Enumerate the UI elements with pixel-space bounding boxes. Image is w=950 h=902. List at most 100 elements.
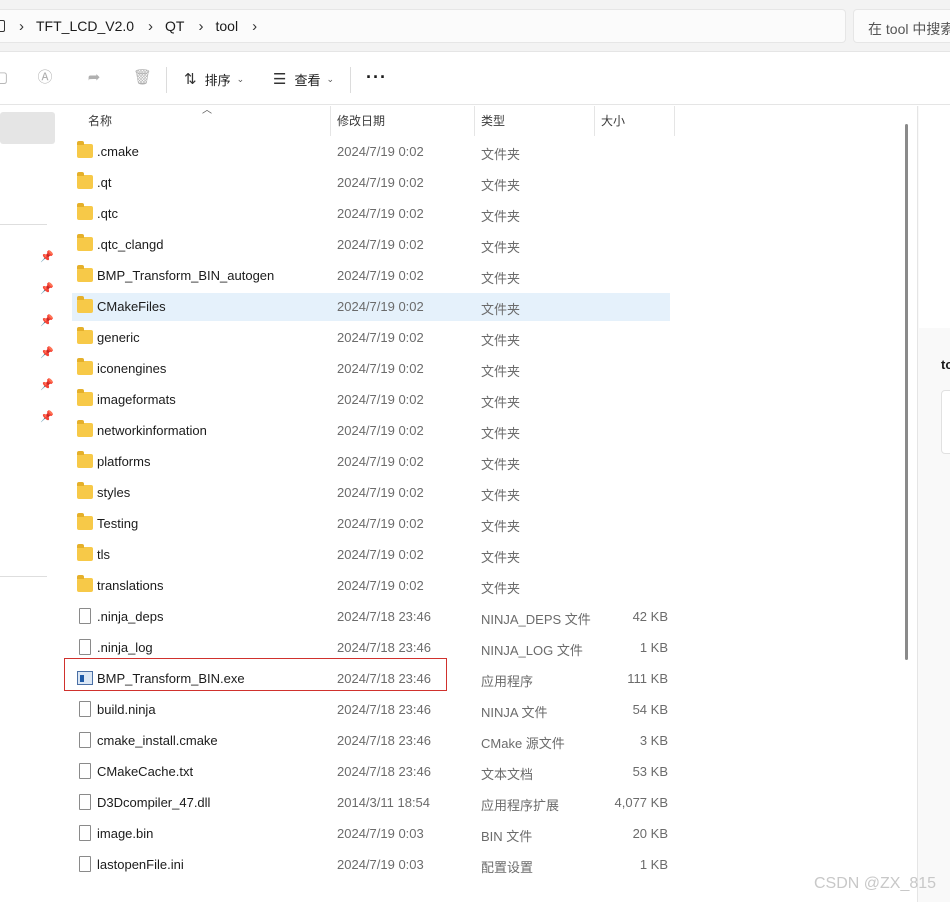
chevron-right-icon[interactable]: › bbox=[252, 18, 257, 35]
file-type: CMake 源文件 bbox=[481, 736, 565, 751]
address-bar[interactable]: › TFT_LCD_V2.0 › QT › tool › bbox=[0, 9, 846, 43]
file-name: .cmake bbox=[97, 144, 139, 159]
file-size: 53 KB bbox=[632, 764, 668, 779]
view-button[interactable]: ☰ 查看 ⌄ bbox=[273, 67, 334, 91]
file-date: 2024/7/19 0:02 bbox=[337, 237, 424, 252]
file-row[interactable]: BMP_Transform_BIN_autogen 2024/7/19 0:02 文… bbox=[72, 262, 670, 290]
copy-icon[interactable]: ▢ bbox=[0, 69, 10, 87]
breadcrumb-tool[interactable]: tool bbox=[216, 18, 239, 34]
file-row[interactable]: CMakeFiles 2024/7/19 0:02 文件夹 bbox=[72, 293, 670, 321]
file-name: BMP_Transform_BIN_autogen bbox=[97, 268, 275, 283]
file-row[interactable]: image.bin 2024/7/19 0:03 BIN 文件 20 KB bbox=[72, 820, 670, 848]
delete-icon[interactable]: 🗑 bbox=[133, 69, 152, 87]
file-icon bbox=[79, 763, 91, 779]
rename-icon[interactable]: Ⓐ bbox=[36, 69, 54, 87]
file-row[interactable]: platforms 2024/7/19 0:02 文件夹 bbox=[72, 448, 670, 476]
file-name: .ninja_deps bbox=[97, 609, 164, 624]
file-name: cmake_install.cmake bbox=[97, 733, 218, 748]
breadcrumb-tft-lcd[interactable]: TFT_LCD_V2.0 bbox=[36, 18, 134, 34]
file-date: 2024/7/19 0:02 bbox=[337, 516, 424, 531]
file-date: 2024/7/18 23:46 bbox=[337, 702, 431, 717]
search-input[interactable]: 在 tool 中搜索 bbox=[853, 9, 950, 43]
file-row[interactable]: lastopenFile.ini 2024/7/19 0:03 配置设置 1 KB bbox=[72, 851, 670, 879]
view-icon: ☰ bbox=[273, 71, 287, 88]
file-name: build.ninja bbox=[97, 702, 156, 717]
file-row[interactable]: imageformats 2024/7/19 0:02 文件夹 bbox=[72, 386, 670, 414]
pin-icon[interactable]: 📌 bbox=[40, 282, 54, 295]
more-options-button[interactable]: ··· bbox=[366, 67, 387, 88]
share-icon[interactable]: ➦ bbox=[85, 69, 103, 87]
chevron-right-icon[interactable]: › bbox=[19, 18, 24, 35]
file-row[interactable]: .qtc 2024/7/19 0:02 文件夹 bbox=[72, 200, 670, 228]
column-header-date[interactable]: 修改日期 bbox=[331, 106, 475, 136]
file-row[interactable]: .qtc_clangd 2024/7/19 0:02 文件夹 bbox=[72, 231, 670, 259]
file-name: .ninja_log bbox=[97, 640, 153, 655]
pin-icon[interactable]: 📌 bbox=[40, 250, 54, 263]
file-row[interactable]: cmake_install.cmake 2024/7/18 23:46 CMake … bbox=[72, 727, 670, 755]
column-header-type[interactable]: 类型 bbox=[475, 106, 595, 136]
file-date: 2024/7/19 0:02 bbox=[337, 361, 424, 376]
folder-icon bbox=[77, 265, 93, 282]
file-name: imageformats bbox=[97, 392, 176, 407]
file-name: .qt bbox=[97, 175, 112, 190]
address-bar-area: › TFT_LCD_V2.0 › QT › tool › 在 tool 中搜索 bbox=[0, 0, 950, 52]
toolbar-divider bbox=[350, 67, 351, 93]
file-row[interactable]: generic 2024/7/19 0:02 文件夹 bbox=[72, 324, 670, 352]
file-type: NINJA 文件 bbox=[481, 705, 548, 720]
watermark: CSDN @ZX_815 bbox=[814, 875, 937, 892]
details-preview bbox=[919, 106, 950, 328]
file-type: 文件夹 bbox=[481, 457, 521, 472]
file-name: CMakeFiles bbox=[97, 299, 166, 314]
file-name: .qtc_clangd bbox=[97, 237, 164, 252]
folder-icon bbox=[77, 358, 93, 375]
file-row[interactable]: translations 2024/7/19 0:02 文件夹 bbox=[72, 572, 670, 600]
file-date: 2024/7/19 0:02 bbox=[337, 206, 424, 221]
file-name: networkinformation bbox=[97, 423, 207, 438]
file-date: 2024/7/19 0:02 bbox=[337, 330, 424, 345]
file-row[interactable]: build.ninja 2024/7/18 23:46 NINJA 文件 54 KB bbox=[72, 696, 670, 724]
folder-icon bbox=[77, 451, 93, 468]
file-size: 1 KB bbox=[639, 640, 668, 655]
file-row[interactable]: .cmake 2024/7/19 0:02 文件夹 bbox=[72, 138, 670, 166]
file-type: 配置设置 bbox=[481, 860, 534, 875]
file-row[interactable]: tls 2024/7/19 0:02 文件夹 bbox=[72, 541, 670, 569]
pin-icon[interactable]: 📌 bbox=[40, 378, 54, 391]
details-title: to bbox=[941, 357, 950, 372]
file-row[interactable]: .ninja_deps 2024/7/18 23:46 NINJA_DEPS 文件 4… bbox=[72, 603, 670, 631]
breadcrumb-qt[interactable]: QT bbox=[165, 18, 184, 34]
nav-item-selected[interactable] bbox=[0, 112, 55, 144]
file-row[interactable]: .qt 2024/7/19 0:02 文件夹 bbox=[72, 169, 670, 197]
file-size: 42 KB bbox=[632, 609, 668, 624]
file-icon bbox=[79, 639, 91, 655]
pin-icon[interactable]: 📌 bbox=[40, 314, 54, 327]
file-row[interactable]: networkinformation 2024/7/19 0:02 文件夹 bbox=[72, 417, 670, 445]
file-row[interactable]: CMakeCache.txt 2024/7/18 23:46 文本文档 53 KB bbox=[72, 758, 670, 786]
this-pc-icon[interactable] bbox=[0, 20, 5, 32]
view-label: 查看 bbox=[294, 72, 321, 88]
chevron-right-icon[interactable]: › bbox=[148, 18, 153, 35]
navigation-pane: 📌 📌 📌 📌 📌 📌 bbox=[0, 106, 58, 902]
toolbar-divider bbox=[166, 67, 167, 93]
column-header-size[interactable]: 大小 bbox=[595, 106, 675, 136]
file-row[interactable]: styles 2024/7/19 0:02 文件夹 bbox=[72, 479, 670, 507]
sort-button[interactable]: ⇅ 排序 ⌄ bbox=[184, 67, 244, 91]
pin-icon[interactable]: 📌 bbox=[40, 410, 54, 423]
file-row[interactable]: Testing 2024/7/19 0:02 文件夹 bbox=[72, 510, 670, 538]
chevron-right-icon[interactable]: › bbox=[199, 18, 204, 35]
file-type: 文件夹 bbox=[481, 426, 521, 441]
sort-label: 排序 bbox=[204, 72, 231, 88]
column-header-name[interactable]: 名称 bbox=[82, 106, 331, 136]
folder-icon bbox=[77, 482, 93, 499]
file-row[interactable]: D3Dcompiler_47.dll 2014/3/11 18:54 应用程序扩展 4… bbox=[72, 789, 670, 817]
nav-divider bbox=[0, 576, 47, 577]
file-list: ︿ 名称 修改日期 类型 大小 .cmake 2024/7/19 0:02 文件夹.… bbox=[58, 105, 908, 902]
folder-icon bbox=[77, 141, 93, 158]
file-date: 2024/7/18 23:46 bbox=[337, 640, 431, 655]
pin-icon[interactable]: 📌 bbox=[40, 346, 54, 359]
file-type: 文件夹 bbox=[481, 302, 521, 317]
file-name: tls bbox=[97, 547, 110, 562]
vertical-scrollbar[interactable] bbox=[905, 124, 908, 660]
folder-icon bbox=[77, 544, 93, 561]
file-row[interactable]: iconengines 2024/7/19 0:02 文件夹 bbox=[72, 355, 670, 383]
folder-icon bbox=[77, 296, 93, 313]
